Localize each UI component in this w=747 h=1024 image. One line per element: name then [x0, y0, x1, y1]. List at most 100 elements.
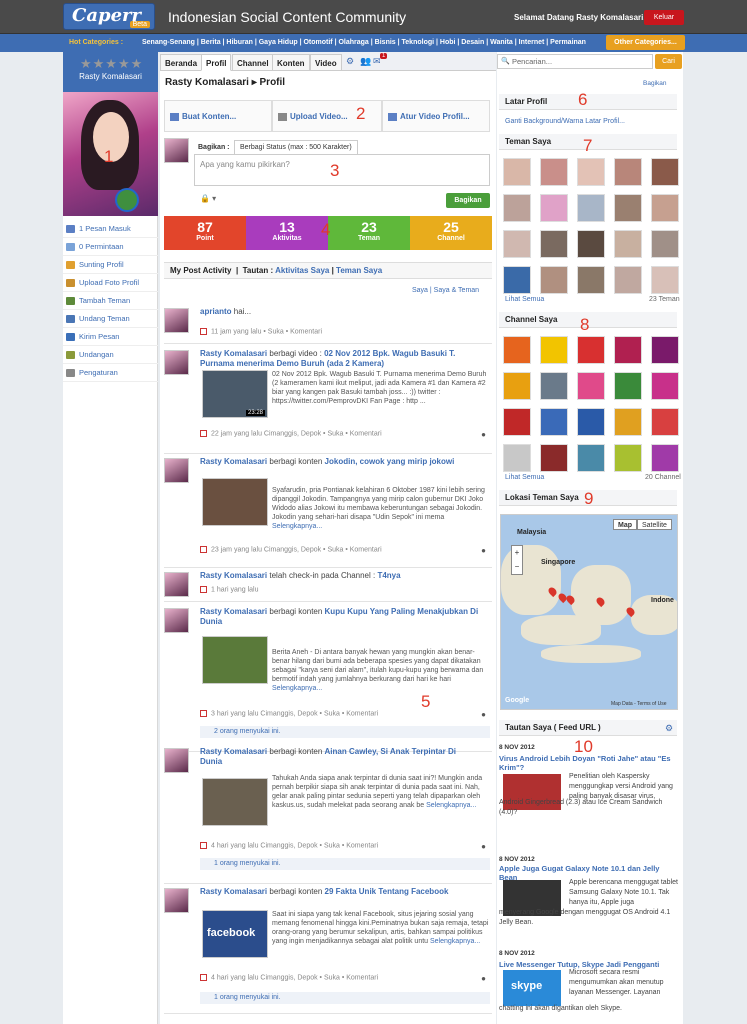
- sidebar-item[interactable]: Tambah Teman: [63, 292, 158, 310]
- settings-icon[interactable]: ⚙: [346, 56, 354, 67]
- category-links[interactable]: Senang-Senang | Berita | Hiburan | Gaya …: [142, 39, 586, 46]
- my-activity-link[interactable]: Aktivitas Saya: [275, 266, 329, 275]
- friend-avatar[interactable]: [503, 158, 531, 186]
- friend-avatar[interactable]: [577, 194, 605, 222]
- channel-icon[interactable]: [651, 444, 679, 472]
- channel-icon[interactable]: [503, 444, 531, 472]
- search-button[interactable]: Cari: [655, 54, 682, 69]
- channel-icon[interactable]: [540, 408, 568, 436]
- friend-avatar[interactable]: [540, 230, 568, 258]
- likes-bar[interactable]: 1 orang menyukai ini.: [200, 992, 490, 1004]
- post-thumbnail[interactable]: [202, 478, 268, 526]
- post-author[interactable]: Rasty Komalasari: [200, 571, 267, 580]
- share-button[interactable]: Bagikan: [446, 193, 490, 208]
- post-author[interactable]: Rasty Komalasari: [200, 349, 267, 358]
- friend-avatar[interactable]: [503, 230, 531, 258]
- read-more-link[interactable]: Selengkapnya...: [272, 523, 322, 530]
- other-categories-button[interactable]: Other Categories...: [606, 35, 685, 50]
- share-link[interactable]: Bagikan: [643, 80, 667, 87]
- channel-icon[interactable]: [503, 408, 531, 436]
- feed-thumbnail[interactable]: skype: [503, 970, 561, 1006]
- channel-icon[interactable]: [651, 372, 679, 400]
- channel-icon[interactable]: [651, 336, 679, 364]
- map-view-button[interactable]: Map: [613, 519, 637, 530]
- post-meta-text[interactable]: 11 jam yang lalu • Suka • Komentari: [211, 328, 322, 335]
- privacy-selector[interactable]: 🔒 ▾: [200, 194, 216, 203]
- sidebar-item[interactable]: 1 Pesan Masuk: [63, 220, 158, 238]
- friend-avatar[interactable]: [651, 158, 679, 186]
- read-more-link[interactable]: Selengkapnya...: [272, 685, 322, 692]
- map-footer[interactable]: Map Data - Terms of Use: [611, 701, 666, 707]
- channel-icon[interactable]: [577, 444, 605, 472]
- post-title-link[interactable]: 29 Fakta Unik Tentang Facebook: [325, 887, 449, 896]
- sidebar-item[interactable]: 0 Permintaan: [63, 238, 158, 256]
- friend-avatar[interactable]: [540, 158, 568, 186]
- post-meta-text[interactable]: 4 hari yang lalu Cimanggis, Depok • Suka…: [211, 974, 378, 981]
- channel-icon[interactable]: [577, 408, 605, 436]
- post-thumbnail[interactable]: [202, 636, 268, 684]
- zoom-control[interactable]: + −: [511, 545, 523, 575]
- post-title-link[interactable]: Dunia: [200, 617, 222, 626]
- friend-avatar[interactable]: [577, 266, 605, 294]
- tab-profil[interactable]: Profil: [201, 54, 232, 71]
- friend-avatar[interactable]: [614, 158, 642, 186]
- channel-icon[interactable]: [540, 336, 568, 364]
- logout-button[interactable]: Keluar: [644, 10, 684, 25]
- avatar[interactable]: [164, 888, 189, 913]
- tab-video[interactable]: Video: [310, 54, 342, 71]
- channel-icon[interactable]: [503, 336, 531, 364]
- likes-bar[interactable]: 2 orang menyukai ini.: [200, 726, 490, 738]
- friend-avatar[interactable]: [503, 194, 531, 222]
- channel-icon[interactable]: [614, 372, 642, 400]
- post-author[interactable]: Rasty Komalasari: [200, 887, 267, 896]
- sidebar-item[interactable]: Pengaturan: [63, 364, 158, 382]
- friend-avatar[interactable]: [614, 266, 642, 294]
- post-meta-text[interactable]: 4 hari yang lalu Cimanggis, Depok • Suka…: [211, 842, 378, 849]
- stream-filter[interactable]: Saya | Saya & Teman: [412, 287, 479, 294]
- satellite-view-button[interactable]: Satellite: [637, 519, 672, 530]
- status-tab[interactable]: Berbagi Status (max : 500 Karakter): [234, 140, 358, 154]
- my-friends-link[interactable]: Teman Saya: [336, 266, 382, 275]
- friend-avatar[interactable]: [614, 194, 642, 222]
- avatar[interactable]: [164, 748, 189, 773]
- avatar[interactable]: [164, 458, 189, 483]
- post-title-link[interactable]: Jokodin, cowok yang mirip jokowi: [325, 457, 455, 466]
- avatar[interactable]: [164, 572, 189, 597]
- post-title-link[interactable]: Dunia: [200, 757, 222, 766]
- gear-icon[interactable]: ⚙: [665, 723, 673, 734]
- create-content-button[interactable]: Buat Konten...: [164, 100, 272, 132]
- logo[interactable]: Caperr Beta: [63, 3, 155, 30]
- channel-icon[interactable]: [651, 408, 679, 436]
- post-title-link[interactable]: Ainan Cawley, Si Anak Terpintar Di: [325, 747, 456, 756]
- read-more-link[interactable]: Selengkapnya...: [426, 802, 476, 809]
- friends-see-all[interactable]: Lihat Semua: [505, 296, 544, 303]
- status-input[interactable]: Apa yang kamu pikirkan?: [194, 154, 490, 186]
- post-author[interactable]: Rasty Komalasari: [200, 747, 267, 756]
- avatar[interactable]: [164, 350, 189, 375]
- friend-avatar[interactable]: [577, 158, 605, 186]
- friend-location-map[interactable]: Map Satellite Malaysia Singapore Indone …: [500, 514, 678, 710]
- stat-block[interactable]: 23 Teman: [328, 216, 410, 250]
- friend-avatar[interactable]: [503, 266, 531, 294]
- avatar[interactable]: [164, 608, 189, 633]
- read-more-link[interactable]: Selengkapnya...: [430, 938, 480, 945]
- sidebar-item[interactable]: Undang Teman: [63, 310, 158, 328]
- post-thumbnail[interactable]: 23:28: [202, 370, 268, 418]
- post-author[interactable]: Rasty Komalasari: [200, 457, 267, 466]
- post-title-link[interactable]: Purnama menerima Demo Buruh (ada 2 Kamer…: [200, 359, 384, 368]
- channel-icon[interactable]: [614, 444, 642, 472]
- change-background-link[interactable]: Ganti Background/Warna Latar Profil...: [505, 118, 625, 125]
- friend-avatar[interactable]: [540, 266, 568, 294]
- post-title-link[interactable]: Kupu Kupu Yang Paling Menakjubkan Di: [325, 607, 479, 616]
- likes-bar[interactable]: 1 orang menyukai ini.: [200, 858, 490, 870]
- post-title-link[interactable]: 02 Nov 2012 Bpk. Wagub Basuki T.: [324, 349, 455, 358]
- post-meta-text[interactable]: 3 hari yang lalu Cimanggis, Depok • Suka…: [211, 710, 378, 717]
- friend-avatar[interactable]: [651, 194, 679, 222]
- post-title-link[interactable]: T4nya: [377, 571, 400, 580]
- channel-icon[interactable]: [577, 372, 605, 400]
- tab-konten[interactable]: Konten: [272, 54, 310, 71]
- avatar[interactable]: [164, 308, 189, 333]
- channel-icon[interactable]: [503, 372, 531, 400]
- channel-icon[interactable]: [540, 444, 568, 472]
- friend-avatar[interactable]: [577, 230, 605, 258]
